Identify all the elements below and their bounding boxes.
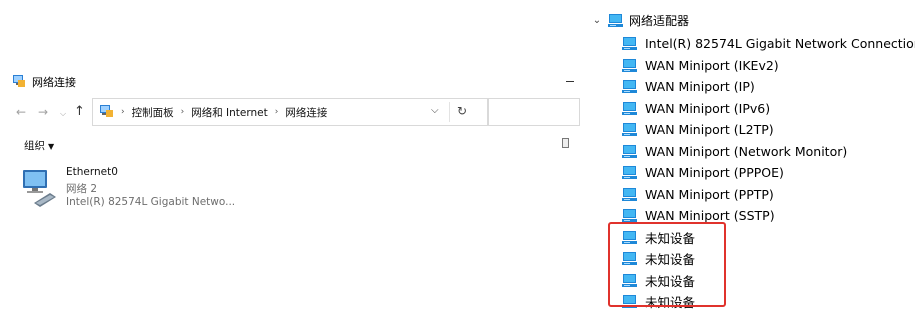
address-row: ← → ⌵ ↑ › 控制面板 › 网络和 Internet › 网络连接 ⌵ ↻ (14, 98, 580, 128)
adapter-label: WAN Miniport (IP) (645, 79, 755, 95)
network-adapter-icon (622, 208, 638, 223)
adapter-item[interactable]: WAN Miniport (IKEv2) (622, 55, 915, 77)
network-adapter-icon (20, 167, 60, 211)
adapter-label: WAN Miniport (IKEv2) (645, 57, 779, 73)
breadcrumb-separator-icon: › (180, 107, 185, 117)
network-adapter-icon (622, 187, 638, 202)
adapter-item[interactable]: WAN Miniport (IP) (622, 76, 915, 98)
view-options-icon[interactable] (562, 138, 569, 148)
unknown-devices-highlight (608, 222, 726, 307)
network-adapter-icon (622, 165, 638, 180)
organize-menu[interactable]: 组织 ▼ (24, 138, 54, 153)
adapter-item[interactable]: WAN Miniport (PPPOE) (622, 162, 915, 184)
breadcrumb-item-network-internet[interactable]: 网络和 Internet (191, 105, 268, 120)
connection-device: Intel(R) 82574L Gigabit Netwo... (66, 196, 236, 208)
connection-network: 网络 2 (66, 183, 98, 195)
control-panel-icon (99, 104, 114, 121)
forward-arrow-icon[interactable]: → (38, 105, 48, 119)
adapter-label: WAN Miniport (IPv6) (645, 100, 771, 116)
adapter-label: WAN Miniport (L2TP) (645, 122, 774, 138)
network-connections-window: 网络连接 ← → ⌵ ↑ › 控制面板 › 网络和 Internet › 网络连… (0, 0, 580, 309)
back-arrow-icon[interactable]: ← (16, 105, 26, 119)
recent-locations-chevron-icon[interactable]: ⌵ (60, 107, 66, 121)
network-adapter-icon (622, 36, 638, 51)
breadcrumb: › 控制面板 › 网络和 Internet › 网络连接 (99, 99, 327, 125)
breadcrumb-item-network-connections[interactable]: 网络连接 (285, 105, 327, 120)
adapter-item[interactable]: Intel(R) 82574L Gigabit Network Connecti… (622, 33, 915, 55)
adapter-item[interactable]: WAN Miniport (L2TP) (622, 119, 915, 141)
connection-item-ethernet0[interactable]: Ethernet0 网络 2 Intel(R) 82574L Gigabit N… (20, 164, 280, 214)
adapter-label: WAN Miniport (SSTP) (645, 208, 775, 224)
chevron-down-icon[interactable]: ⌄ (590, 15, 604, 26)
window-titlebar: 网络连接 (12, 74, 76, 90)
address-dropdown-chevron-icon[interactable]: ⌵ (431, 105, 439, 116)
minimize-button[interactable] (566, 81, 574, 82)
adapter-label: Intel(R) 82574L Gigabit Network Connecti… (645, 36, 915, 52)
category-label: 网络适配器 (629, 13, 690, 28)
adapter-label: WAN Miniport (Network Monitor) (645, 143, 848, 159)
connection-name: Ethernet0 (66, 166, 118, 178)
network-adapter-icon (622, 122, 638, 137)
refresh-icon[interactable]: ↻ (457, 104, 467, 118)
adapter-item[interactable]: WAN Miniport (Network Monitor) (622, 141, 915, 163)
caret-down-icon: ▼ (48, 142, 55, 151)
network-adapter-icon (622, 79, 638, 94)
divider (449, 102, 450, 122)
network-adapter-category-icon (608, 13, 624, 28)
adapter-label: WAN Miniport (PPTP) (645, 186, 774, 202)
search-input[interactable] (488, 98, 580, 126)
network-adapter-icon (622, 58, 638, 73)
window-title: 网络连接 (32, 76, 76, 89)
network-adapter-icon (622, 101, 638, 116)
up-arrow-icon[interactable]: ↑ (74, 105, 85, 119)
breadcrumb-item-control-panel[interactable]: 控制面板 (132, 105, 174, 120)
adapter-label: WAN Miniport (PPPOE) (645, 165, 784, 181)
breadcrumb-separator-icon: › (121, 107, 125, 117)
organize-label: 组织 (24, 140, 45, 152)
network-connections-icon (12, 74, 26, 91)
adapter-item[interactable]: WAN Miniport (IPv6) (622, 98, 915, 120)
breadcrumb-separator-icon: › (274, 107, 279, 117)
address-bar[interactable]: › 控制面板 › 网络和 Internet › 网络连接 ⌵ ↻ (92, 98, 488, 126)
device-manager-tree: ⌄ 网络适配器 Intel(R) 82574L Gigabit Network … (590, 0, 915, 310)
network-adapter-icon (622, 144, 638, 159)
adapter-item[interactable]: WAN Miniport (PPTP) (622, 184, 915, 206)
tree-node-network-adapters[interactable]: ⌄ 网络适配器 (590, 10, 689, 30)
